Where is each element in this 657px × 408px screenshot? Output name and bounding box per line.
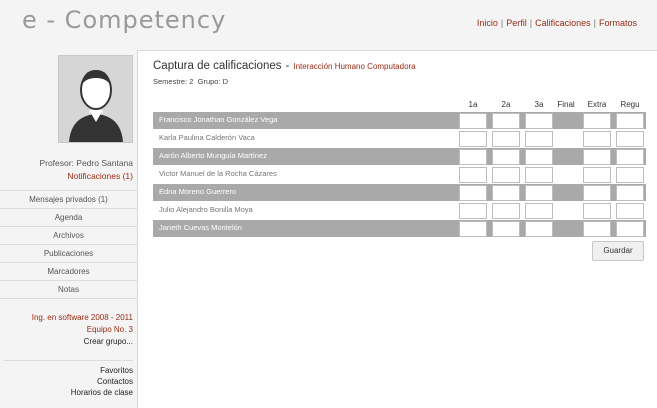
column-header-1a: 1a — [468, 100, 478, 109]
page-title: Captura de calificaciones — [153, 60, 282, 72]
notifications-link[interactable]: Notificaciones (1) — [67, 171, 133, 181]
student-name: Julio Alejandro Bonilla Moya — [159, 205, 253, 214]
table-row: Victor Manuel de la Rocha Cázares — [153, 166, 646, 183]
grade-input-2a[interactable] — [492, 113, 520, 129]
table-row: Karla Paulina Calderón Vaca — [153, 130, 646, 147]
grade-input-regu[interactable] — [616, 131, 644, 147]
table-row: Janeth Cuevas Montelón — [153, 220, 646, 237]
table-header: 1a 2a 3a Final Extra Regu — [153, 98, 646, 112]
grade-input-2a[interactable] — [492, 167, 520, 183]
student-name: Karla Paulina Calderón Vaca — [159, 133, 255, 142]
user-silhouette-icon — [59, 56, 132, 142]
table-row: Edna Moreno Guerrero — [153, 184, 646, 201]
save-button[interactable]: Guardar — [592, 241, 644, 261]
table-row: Julio Alejandro Bonilla Moya — [153, 202, 646, 219]
page-title-row: Captura de calificaciones - Interacción Hu… — [153, 60, 416, 72]
nav-calificaciones[interactable]: Calificaciones — [535, 18, 591, 28]
avatar — [58, 55, 133, 143]
grade-input-regu[interactable] — [616, 185, 644, 201]
grade-input-extra[interactable] — [583, 113, 611, 129]
grade-input-1a[interactable] — [459, 149, 487, 165]
table-row: Aarón Alberto Munguía Martínez — [153, 148, 646, 165]
professor-name: Profesor: Pedro Santana — [39, 158, 133, 168]
grade-input-2a[interactable] — [492, 185, 520, 201]
grade-input-1a[interactable] — [459, 131, 487, 147]
nav-separator: | — [593, 18, 596, 28]
sidebar-item-agenda[interactable]: Agenda — [0, 208, 137, 226]
grade-input-2a[interactable] — [492, 149, 520, 165]
grade-input-3a[interactable] — [525, 185, 553, 201]
grade-input-extra[interactable] — [583, 167, 611, 183]
contacts-link[interactable]: Contactos — [4, 376, 133, 387]
grade-input-1a[interactable] — [459, 221, 487, 237]
grade-input-2a[interactable] — [492, 131, 520, 147]
semester-value: 2 — [189, 77, 194, 86]
column-header-extra: Extra — [587, 100, 607, 109]
title-dash: - — [285, 60, 290, 72]
grade-input-regu[interactable] — [616, 113, 644, 129]
nav-perfil[interactable]: Perfil — [506, 18, 527, 28]
grade-input-2a[interactable] — [492, 203, 520, 219]
group-label: Grupo: — [197, 77, 221, 86]
grade-input-extra[interactable] — [583, 185, 611, 201]
team-link[interactable]: Equipo No. 3 — [32, 324, 133, 336]
sidebar-menu: Mensajes privados (1) Agenda Archivos Pu… — [0, 190, 137, 299]
column-header-final: Final — [557, 100, 575, 109]
grade-input-extra[interactable] — [583, 131, 611, 147]
nav-inicio[interactable]: Inicio — [477, 18, 498, 28]
sidebar-item-publicaciones[interactable]: Publicaciones — [0, 244, 137, 262]
grade-input-regu[interactable] — [616, 167, 644, 183]
grade-input-regu[interactable] — [616, 221, 644, 237]
grades-table: 1a 2a 3a Final Extra Regu Francisco Jona… — [153, 98, 646, 238]
main-header: Captura de calificaciones - Interacción Hu… — [153, 60, 416, 86]
grade-input-regu[interactable] — [616, 203, 644, 219]
column-header-2a: 2a — [501, 100, 511, 109]
top-navigation: Inicio | Perfil | Calificaciones | Formatos — [477, 18, 637, 28]
subject-name: Interacción Humano Computadora — [293, 62, 416, 71]
grade-input-3a[interactable] — [525, 131, 553, 147]
grade-input-extra[interactable] — [583, 203, 611, 219]
app-logo: e - Competency — [22, 6, 227, 34]
create-group-link[interactable]: Crear grupo... — [32, 336, 133, 348]
grade-input-3a[interactable] — [525, 149, 553, 165]
grade-input-3a[interactable] — [525, 221, 553, 237]
column-header-3a: 3a — [534, 100, 544, 109]
grade-input-3a[interactable] — [525, 167, 553, 183]
student-name: Francisco Jonathan González Vega — [159, 115, 278, 124]
course-link[interactable]: Ing. en software 2008 - 2011 — [32, 312, 133, 324]
semester-label: Semestre: — [153, 77, 188, 86]
grade-input-extra[interactable] — [583, 221, 611, 237]
header: e - Competency Inicio | Perfil | Calificacio… — [0, 0, 657, 51]
grade-input-extra[interactable] — [583, 149, 611, 165]
course-info: Ing. en software 2008 - 2011 Equipo No. … — [32, 312, 133, 348]
grade-input-1a[interactable] — [459, 113, 487, 129]
sidebar-links: Favoritos Contactos Horarios de clase — [4, 360, 133, 398]
grade-input-3a[interactable] — [525, 113, 553, 129]
student-name: Victor Manuel de la Rocha Cázares — [159, 169, 277, 178]
nav-formatos[interactable]: Formatos — [599, 18, 637, 28]
student-name: Aarón Alberto Munguía Martínez — [159, 151, 267, 160]
nav-separator: | — [529, 18, 533, 28]
nav-separator: | — [500, 18, 504, 28]
course-meta: Semestre: 2 Grupo: D — [153, 77, 416, 86]
grade-input-1a[interactable] — [459, 167, 487, 183]
class-schedule-link[interactable]: Horarios de clase — [4, 387, 133, 398]
grade-input-1a[interactable] — [459, 185, 487, 201]
column-header-regu: Regu — [620, 100, 640, 109]
grade-input-2a[interactable] — [492, 221, 520, 237]
sidebar-item-notas[interactable]: Notas — [0, 280, 137, 299]
sidebar-item-marcadores[interactable]: Marcadores — [0, 262, 137, 280]
group-value: D — [222, 77, 229, 86]
grade-input-regu[interactable] — [616, 149, 644, 165]
sidebar-item-mensajes[interactable]: Mensajes privados (1) — [0, 190, 137, 208]
favorites-link[interactable]: Favoritos — [4, 365, 133, 376]
sidebar-item-archivos[interactable]: Archivos — [0, 226, 137, 244]
sidebar: Profesor: Pedro Santana Notificaciones (… — [0, 50, 138, 408]
table-body: Francisco Jonathan González Vega Karla Pa… — [153, 112, 646, 237]
table-row: Francisco Jonathan González Vega — [153, 112, 646, 129]
student-name: Janeth Cuevas Montelón — [159, 223, 242, 232]
student-name: Edna Moreno Guerrero — [159, 187, 237, 196]
grade-input-1a[interactable] — [459, 203, 487, 219]
grade-input-3a[interactable] — [525, 203, 553, 219]
